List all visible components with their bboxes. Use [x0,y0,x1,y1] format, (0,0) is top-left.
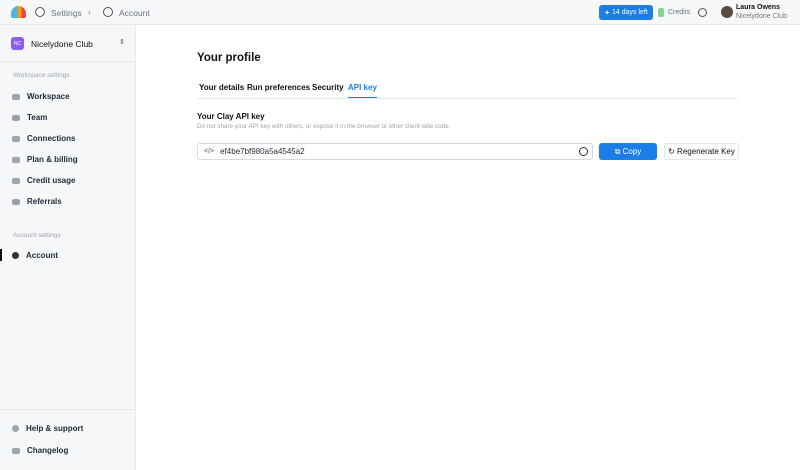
user-name: Laura Owens [736,4,780,11]
chevron-updown-icon[interactable]: ⇕ [119,38,125,46]
tab-api-key[interactable]: API key [348,83,377,98]
eye-off-icon[interactable] [579,147,588,156]
gear-icon [35,7,45,17]
regenerate-key-button[interactable]: ↻ Regenerate Key [664,143,739,160]
sidebar-item-referrals[interactable]: Referrals [12,197,62,206]
breadcrumb-account[interactable]: Account [119,8,150,18]
profile-tabs: Your details Run preferences Security AP… [197,82,738,99]
workspace-settings-heading: Workspace settings [13,72,70,79]
sidebar-item-workspace[interactable]: Workspace [12,92,70,101]
top-bar: Settings › Account ✦ 14 days left Credit… [0,0,800,25]
tab-security[interactable]: Security [312,83,344,92]
tab-your-details[interactable]: Your details [199,83,244,92]
api-key-title: Your Clay API key [197,112,265,121]
account-settings-heading: Account settings [13,232,61,239]
copy-icon: ⧉ [614,146,623,156]
sidebar-item-credit-usage[interactable]: Credit usage [12,176,75,185]
sidebar-item-help[interactable]: Help & support [12,424,83,433]
workspace-avatar: NC [11,37,24,50]
breadcrumb-settings[interactable]: Settings [51,8,82,18]
sidebar-item-connections[interactable]: Connections [12,134,75,143]
credits-button[interactable]: Credits [658,8,690,17]
sparkle-icon: ✦ [604,9,612,17]
page-title: Your profile [197,52,261,64]
gift-icon [12,198,20,205]
sidebar-item-changelog[interactable]: Changelog [12,446,68,455]
copy-button[interactable]: ⧉ Copy [599,143,657,160]
clay-logo[interactable] [11,6,26,18]
account-icon [12,252,19,259]
building-icon [12,93,20,100]
help-icon [12,425,19,432]
sidebar-item-team[interactable]: Team [12,113,47,122]
sidebar-item-plan-billing[interactable]: Plan & billing [12,155,78,164]
megaphone-icon [12,447,20,454]
api-key-field[interactable]: </> ef4be7bf980a5a4545a2 [197,143,593,160]
refresh-icon: ↻ [668,147,678,156]
sidebar: NC Nicelydone Club ⇕ Workspace settings W… [0,25,136,470]
card-icon [12,156,20,163]
plug-icon [12,135,20,142]
coins-icon [12,177,20,184]
account-icon [103,7,113,17]
credits-icon [658,8,664,17]
trial-button[interactable]: ✦ 14 days left [599,5,653,20]
user-org: Nicelydone Club [736,13,787,20]
tab-run-preferences[interactable]: Run preferences [247,83,310,92]
api-key-description: Do not share your API key with others, o… [197,123,451,130]
chevron-right-icon: › [88,7,91,17]
workspace-switcher[interactable]: NC Nicelydone Club [11,37,93,50]
code-icon: </> [204,148,215,155]
avatar[interactable] [721,6,733,18]
team-icon [12,114,20,121]
help-icon[interactable] [698,8,707,17]
sidebar-item-account[interactable]: Account [12,251,58,260]
